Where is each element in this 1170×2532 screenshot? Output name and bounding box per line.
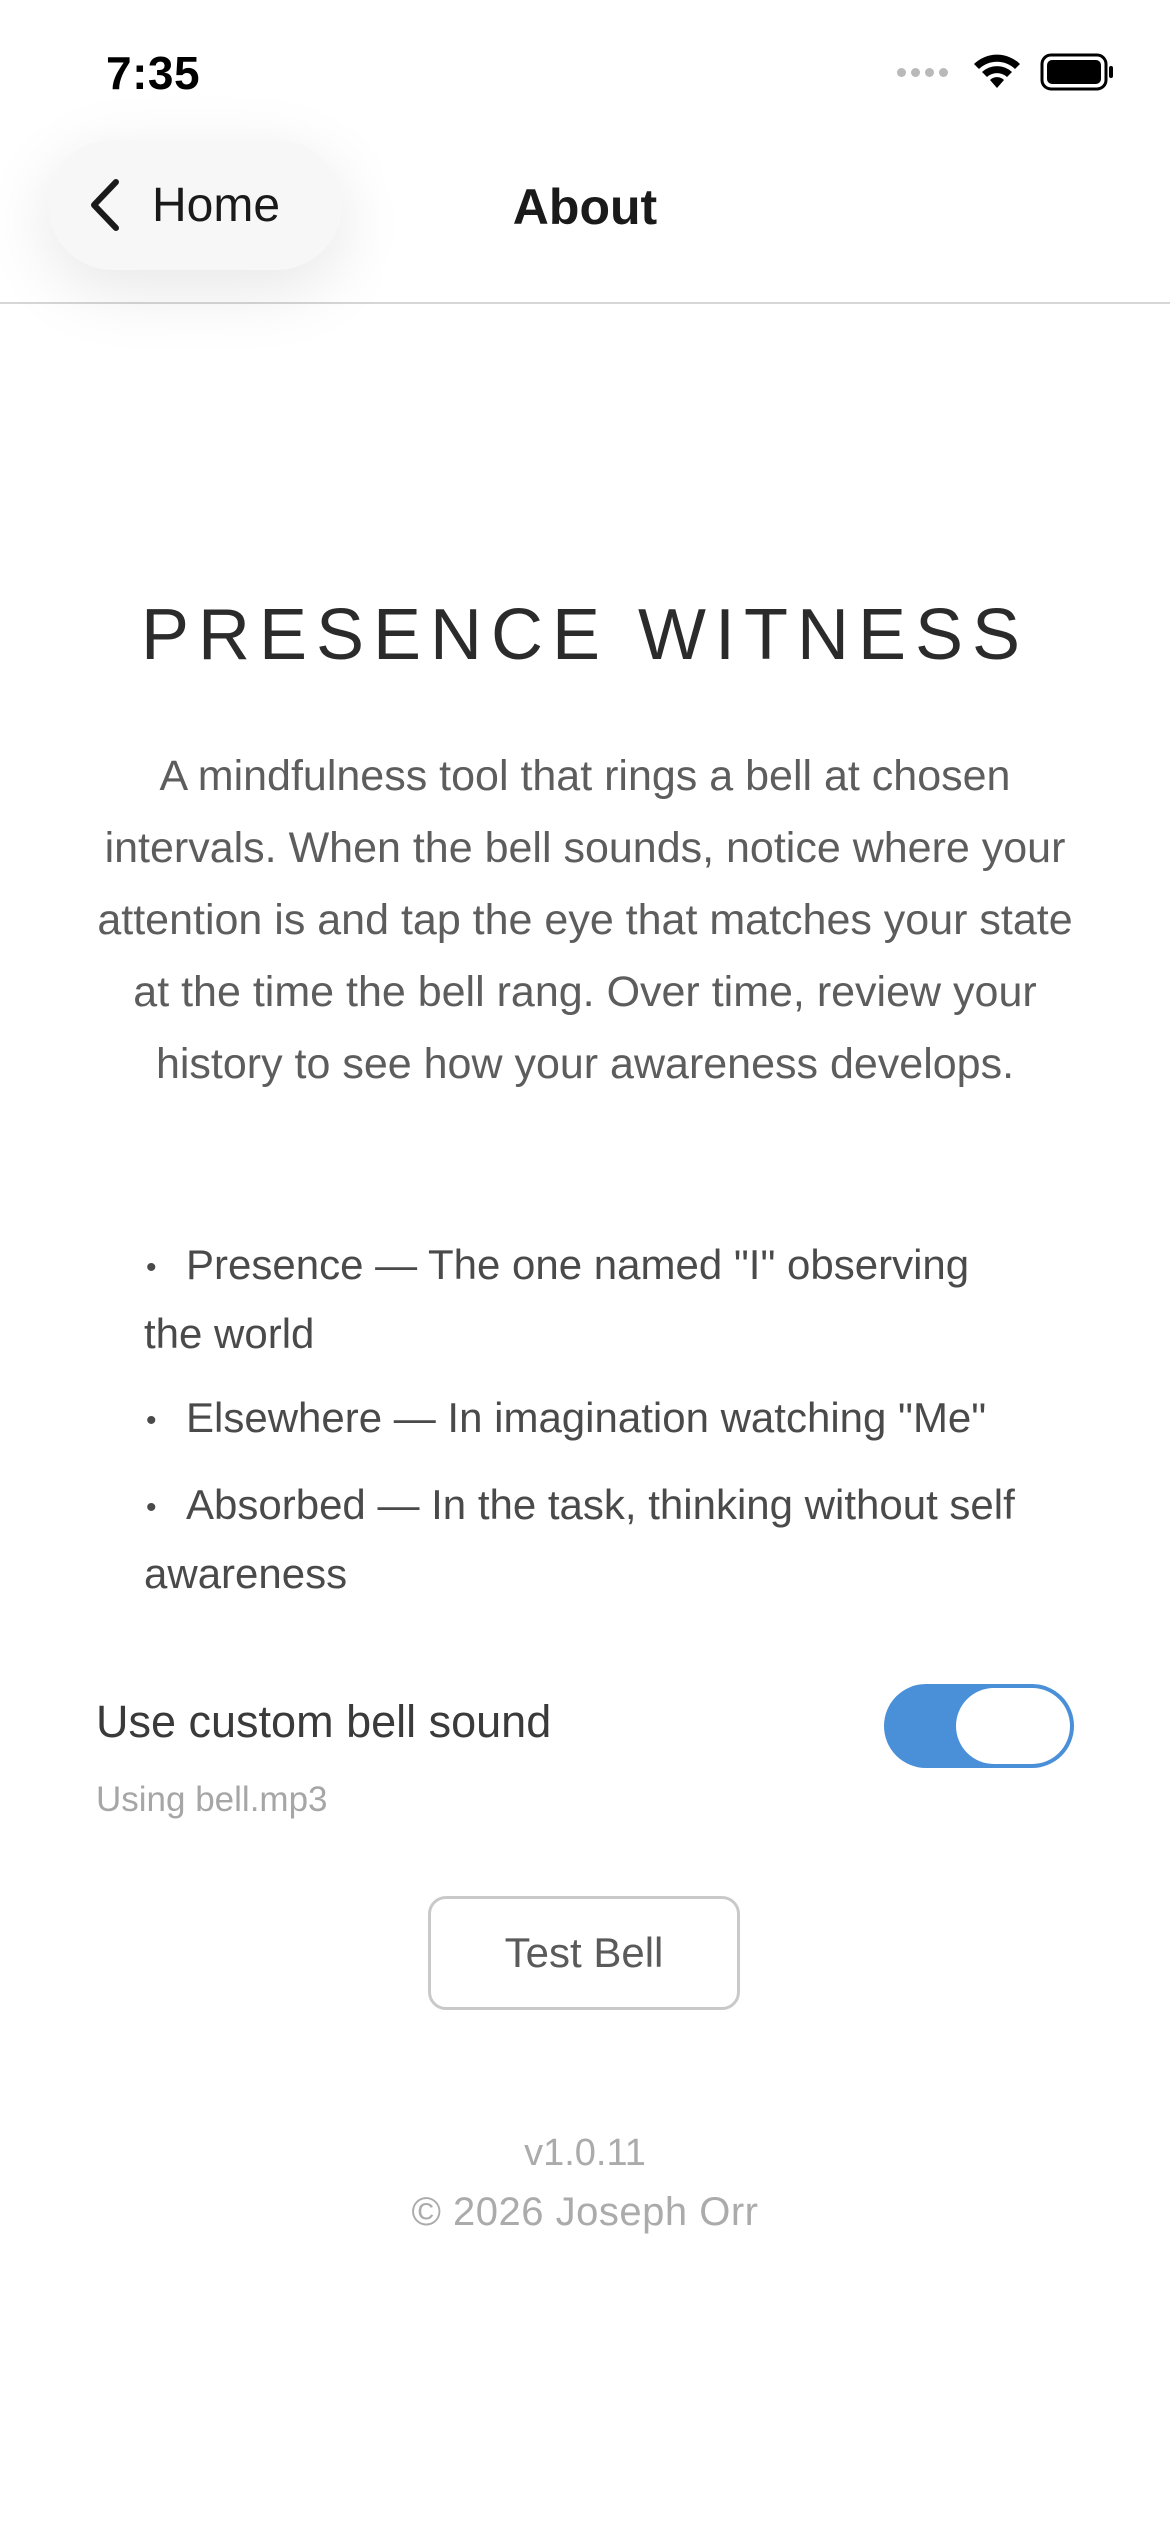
toggle-knob [956,1688,1070,1764]
battery-icon [1040,53,1113,91]
app-title: PRESENCE WITNESS [140,595,1030,675]
version-label: v1.0.11 [524,2132,646,2174]
custom-bell-status: Using bell.mp3 [96,1780,328,1819]
wifi-icon [974,54,1020,88]
list-item: • Presence — The one named "I" observing … [144,1232,1024,1367]
navigation-bar: Home About [0,140,1170,304]
status-icons [897,52,1116,92]
list-item: • Elsewhere — In imagination watching "Me… [144,1385,1024,1454]
page-title: About [512,179,658,235]
list-item-text: Presence — The one named "I" observing t… [144,1241,970,1357]
status-time: 7:35 [106,47,201,99]
list-item-text: Elsewhere — In imagination watching "Me" [186,1393,987,1441]
bullet-icon: • [146,1250,157,1284]
list-item-text: Absorbed — In the task, thinking without… [144,1480,1015,1597]
test-bell-button[interactable]: Test Bell [428,1896,740,2010]
custom-bell-label: Use custom bell sound [96,1696,552,1747]
cellular-signal-icon [897,67,948,77]
bullet-icon: • [146,1490,157,1524]
status-bar: 7:35 [0,0,1170,140]
custom-bell-toggle[interactable] [884,1684,1074,1768]
state-definitions-list: • Presence — The one named "I" observing … [144,1232,1024,1625]
app-description: A mindfulness tool that rings a bell at … [97,752,1073,1088]
list-item: • Absorbed — In the task, thinking withou… [144,1472,1024,1607]
bullet-icon: • [146,1403,157,1437]
copyright-label: © 2026 Joseph Orr [411,2190,759,2234]
